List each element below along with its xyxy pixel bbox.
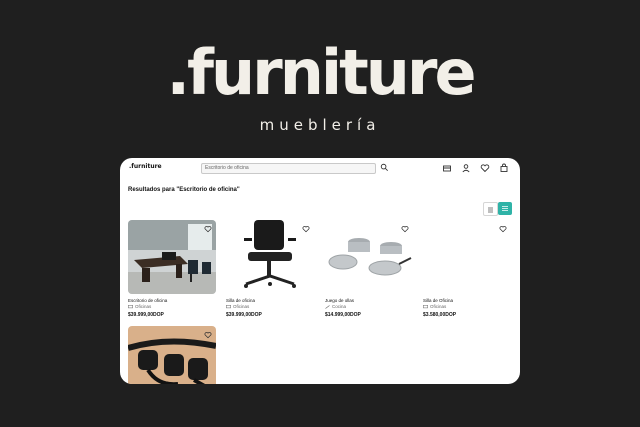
product-price: $39.999,00DOP: [226, 312, 262, 318]
utensil-icon: [325, 305, 330, 309]
product-name[interactable]: Juego de ollas: [325, 298, 354, 303]
product-image-office-desk[interactable]: [128, 220, 216, 294]
brand-logo: .furniture: [166, 36, 476, 109]
brand-tagline: mueblería: [259, 116, 381, 134]
monitor-icon: [423, 304, 428, 308]
product-category-label: Oficinas: [233, 304, 250, 309]
product-category: Oficinas: [226, 304, 249, 309]
product-category-label: Oficinas: [135, 304, 152, 309]
monitor-icon: [128, 304, 133, 308]
bag-icon[interactable]: [499, 163, 509, 173]
product-price: $3.580,00DOP: [423, 312, 457, 318]
product-image-placeholder[interactable]: [423, 220, 511, 294]
store-icon[interactable]: [442, 163, 452, 173]
search-input-value: Escritorio de oficina: [205, 165, 249, 171]
monitor-icon: [226, 304, 231, 308]
list-view-icon: [488, 207, 493, 213]
grid-view-icon: [502, 206, 508, 211]
product-image-cable-organizer[interactable]: [128, 326, 216, 384]
favorite-heart-icon[interactable]: [302, 225, 310, 233]
top-bar: .furniture Escritorio de oficina: [120, 158, 520, 178]
product-price: $14.999,00DOP: [325, 312, 361, 318]
product-image-cookware-set[interactable]: [325, 220, 413, 294]
product-price: $39.999,00DOP: [128, 312, 164, 318]
favorite-heart-icon[interactable]: [204, 225, 212, 233]
product-name[interactable]: Silla de oficina: [226, 298, 255, 303]
favorite-heart-icon[interactable]: [401, 225, 409, 233]
product-name[interactable]: Escritorio de oficina: [128, 298, 167, 303]
search-icon[interactable]: [380, 163, 389, 172]
grid-view-button[interactable]: [498, 202, 512, 215]
product-category: Oficinas: [423, 304, 446, 309]
product-image-office-chair[interactable]: [226, 220, 314, 294]
favorite-heart-icon[interactable]: [204, 331, 212, 339]
top-icons: [442, 163, 512, 173]
product-category: Cocina: [325, 304, 346, 309]
product-name[interactable]: Silla de Oficina: [423, 298, 453, 303]
favorite-heart-icon[interactable]: [499, 225, 507, 233]
product-category-label: Cocina: [332, 304, 347, 309]
app-window: .furniture Escritorio de oficina Resulta…: [120, 158, 520, 384]
product-category-label: Oficinas: [430, 304, 447, 309]
user-icon[interactable]: [461, 163, 471, 173]
list-view-button[interactable]: [483, 202, 498, 216]
app-logo[interactable]: .furniture: [129, 163, 162, 170]
heart-icon[interactable]: [480, 163, 490, 173]
product-category: Oficinas: [128, 304, 151, 309]
results-title: Resultados para "Escritorio de oficina": [128, 187, 240, 193]
search-input[interactable]: Escritorio de oficina: [201, 163, 376, 174]
